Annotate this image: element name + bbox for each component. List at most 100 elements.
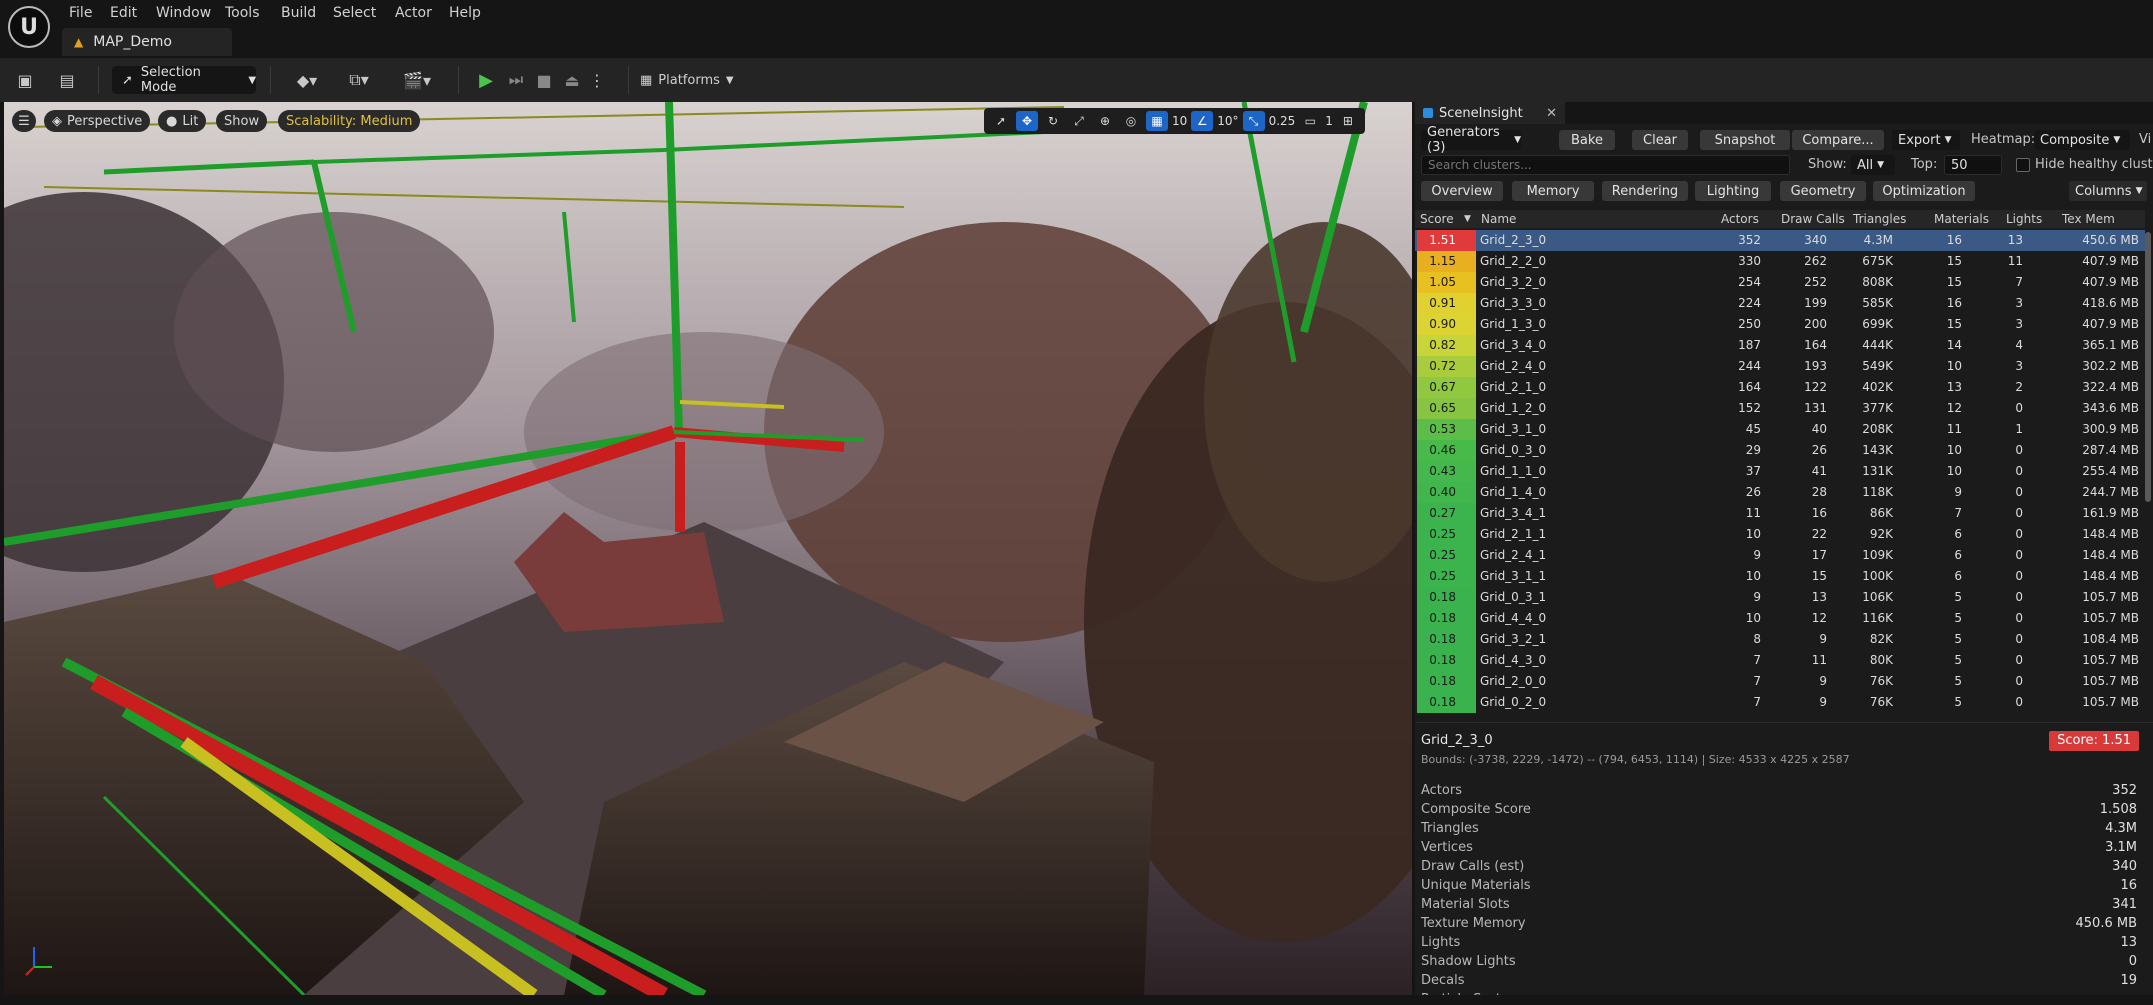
blueprint-icon[interactable]: ⧉▾: [340, 67, 378, 93]
table-row[interactable]: 0.72 Grid_2_4_0 244 193 549K 10 3 302.2 MB: [1415, 356, 2145, 377]
table-row[interactable]: 0.25 Grid_3_1_1 10 15 100K 6 0 148.4 MB: [1415, 566, 2145, 587]
translate-tool-icon[interactable]: ✥: [1016, 111, 1038, 131]
table-row[interactable]: 0.18 Grid_0_3_1 9 13 106K 5 0 105.7 MB: [1415, 587, 2145, 608]
tab-lighting[interactable]: Lighting: [1695, 181, 1771, 201]
show-dropdown[interactable]: All ▼: [1851, 155, 1895, 175]
search-input[interactable]: [1421, 155, 1790, 175]
export-dropdown[interactable]: Export ▼: [1892, 130, 1960, 150]
cinematics-icon[interactable]: 🎬▾: [396, 67, 438, 93]
column-header-name[interactable]: Name: [1481, 212, 1516, 226]
heatmap-dropdown[interactable]: Composite ▼: [2034, 130, 2130, 150]
close-icon[interactable]: ✕: [1546, 106, 1557, 121]
tab-geometry[interactable]: Geometry: [1780, 181, 1866, 201]
column-header-lights[interactable]: Lights: [2006, 212, 2042, 226]
level-viewport[interactable]: ☰ ◈ Perspective ● Lit Show Scalability: …: [4, 102, 1412, 995]
show-button[interactable]: Show: [216, 110, 268, 132]
grid-snap-icon[interactable]: ▦: [1146, 111, 1168, 131]
tab-overview[interactable]: Overview: [1421, 181, 1503, 201]
table-row[interactable]: 1.51 Grid_2_3_0 352 340 4.3M 16 13 450.6 MB: [1415, 230, 2145, 251]
hide-healthy-checkbox[interactable]: [2016, 158, 2030, 172]
table-row[interactable]: 0.18 Grid_2_0_0 7 9 76K 5 0 105.7 MB: [1415, 671, 2145, 692]
table-row[interactable]: 0.46 Grid_0_3_0 29 26 143K 10 0 287.4 MB: [1415, 440, 2145, 461]
unreal-logo-icon[interactable]: U: [8, 6, 50, 48]
compare-button[interactable]: Compare...: [1792, 130, 1884, 150]
table-row[interactable]: 0.90 Grid_1_3_0 250 200 699K 15 3 407.9 MB: [1415, 314, 2145, 335]
add-actor-icon[interactable]: ◆▾: [288, 67, 326, 93]
save-icon[interactable]: ▣: [14, 67, 36, 93]
play-options-icon[interactable]: ⋮: [589, 67, 605, 93]
viewport-menu-icon[interactable]: ☰: [12, 110, 36, 132]
viewport-layout-icon[interactable]: ⊞: [1337, 111, 1359, 131]
camera-speed-value[interactable]: 1: [1325, 114, 1333, 128]
clear-button[interactable]: Clear: [1632, 130, 1688, 150]
table-row[interactable]: 0.43 Grid_1_1_0 37 41 131K 10 0 255.4 MB: [1415, 461, 2145, 482]
table-scrollbar[interactable]: [2145, 232, 2151, 502]
advance-frame-icon[interactable]: ⏭: [504, 67, 528, 93]
column-header-triangles[interactable]: Triangles: [1853, 212, 1906, 226]
menu-actor[interactable]: Actor: [395, 3, 432, 23]
play-icon[interactable]: ▶: [474, 67, 498, 93]
table-row[interactable]: 0.82 Grid_3_4_0 187 164 444K 14 4 365.1 MB: [1415, 335, 2145, 356]
column-header-materials[interactable]: Materials: [1934, 212, 1989, 226]
score-cell: 1.51: [1417, 230, 1476, 251]
level-tab[interactable]: ▲ MAP_Demo: [62, 28, 232, 56]
menu-help[interactable]: Help: [449, 3, 481, 23]
table-row[interactable]: 0.53 Grid_3_1_0 45 40 208K 11 1 300.9 MB: [1415, 419, 2145, 440]
stop-icon[interactable]: ■: [532, 67, 556, 93]
menu-edit[interactable]: Edit: [110, 3, 137, 23]
table-row[interactable]: 0.27 Grid_3_4_1 11 16 86K 7 0 161.9 MB: [1415, 503, 2145, 524]
menu-tools[interactable]: Tools: [225, 3, 260, 23]
triangles-cell: 585K: [1862, 296, 1893, 310]
table-row[interactable]: 0.67 Grid_2_1_0 164 122 402K 13 2 322.4 MB: [1415, 377, 2145, 398]
content-browser-icon[interactable]: ▤: [56, 67, 78, 93]
rotation-snap-icon[interactable]: ∠: [1191, 111, 1214, 131]
grid-snap-value[interactable]: 10: [1172, 114, 1187, 128]
table-row[interactable]: 0.18 Grid_3_2_1 8 9 82K 5 0 108.4 MB: [1415, 629, 2145, 650]
table-row[interactable]: 0.18 Grid_4_4_0 10 12 116K 5 0 105.7 MB: [1415, 608, 2145, 629]
rotate-tool-icon[interactable]: ↻: [1042, 111, 1064, 131]
table-row[interactable]: 1.15 Grid_2_2_0 330 262 675K 15 11 407.9 MB: [1415, 251, 2145, 272]
surface-snap-icon[interactable]: ◎: [1120, 111, 1142, 131]
perspective-button[interactable]: ◈ Perspective: [44, 110, 151, 132]
table-row[interactable]: 0.25 Grid_2_1_1 10 22 92K 6 0 148.4 MB: [1415, 524, 2145, 545]
scene-insight-tab[interactable]: SceneInsight ✕: [1415, 102, 1565, 124]
table-row[interactable]: 0.65 Grid_1_2_0 152 131 377K 12 0 343.6 MB: [1415, 398, 2145, 419]
scale-tool-icon[interactable]: ⤢: [1068, 111, 1090, 131]
name-cell: Grid_2_1_0: [1480, 380, 1547, 394]
column-header-actors[interactable]: Actors: [1721, 212, 1759, 226]
rotation-snap-value[interactable]: 10°: [1217, 114, 1238, 128]
table-row[interactable]: 0.91 Grid_3_3_0 224 199 585K 16 3 418.6 MB: [1415, 293, 2145, 314]
top-count-input[interactable]: [1944, 155, 2002, 175]
snapshot-button[interactable]: Snapshot: [1700, 130, 1790, 150]
table-row[interactable]: 0.25 Grid_2_4_1 9 17 109K 6 0 148.4 MB: [1415, 545, 2145, 566]
platforms-dropdown[interactable]: ▦ Platforms ▼: [640, 66, 734, 94]
selection-mode-dropdown[interactable]: ➚ Selection Mode ▼: [112, 65, 256, 95]
column-header-score[interactable]: Score: [1420, 212, 1454, 226]
tab-rendering[interactable]: Rendering: [1602, 181, 1688, 201]
menu-window[interactable]: Window: [156, 3, 211, 23]
table-row[interactable]: 0.40 Grid_1_4_0 26 28 118K 9 0 244.7 MB: [1415, 482, 2145, 503]
table-row[interactable]: 0.18 Grid_4_3_0 7 11 80K 5 0 105.7 MB: [1415, 650, 2145, 671]
scalability-button[interactable]: Scalability: Medium: [278, 110, 421, 132]
camera-speed-icon[interactable]: ▭: [1299, 111, 1321, 131]
materials-cell: 5: [1954, 695, 1962, 709]
menu-select[interactable]: Select: [333, 3, 376, 23]
tab-memory[interactable]: Memory: [1512, 181, 1594, 201]
eject-icon[interactable]: ⏏: [560, 67, 584, 93]
column-header-tex-mem[interactable]: Tex Mem: [2062, 212, 2115, 226]
tab-optimization[interactable]: Optimization: [1873, 181, 1975, 201]
column-header-draw-calls[interactable]: Draw Calls: [1781, 212, 1845, 226]
select-tool-icon[interactable]: ➚: [990, 111, 1012, 131]
bake-button[interactable]: Bake: [1559, 130, 1615, 150]
menu-build[interactable]: Build: [281, 3, 316, 23]
menu-file[interactable]: File: [69, 3, 92, 23]
lit-icon: ●: [166, 113, 178, 129]
scale-snap-value[interactable]: 0.25: [1269, 114, 1296, 128]
world-space-icon[interactable]: ⊕: [1094, 111, 1116, 131]
columns-dropdown[interactable]: Columns ▼: [2069, 181, 2147, 201]
generators-dropdown[interactable]: Generators (3) ▼: [1421, 125, 1521, 155]
lit-button[interactable]: ● Lit: [158, 110, 207, 132]
table-row[interactable]: 1.05 Grid_3_2_0 254 252 808K 15 7 407.9 MB: [1415, 272, 2145, 293]
scale-snap-icon[interactable]: ⤡: [1242, 111, 1265, 131]
table-row[interactable]: 0.18 Grid_0_2_0 7 9 76K 5 0 105.7 MB: [1415, 692, 2145, 713]
